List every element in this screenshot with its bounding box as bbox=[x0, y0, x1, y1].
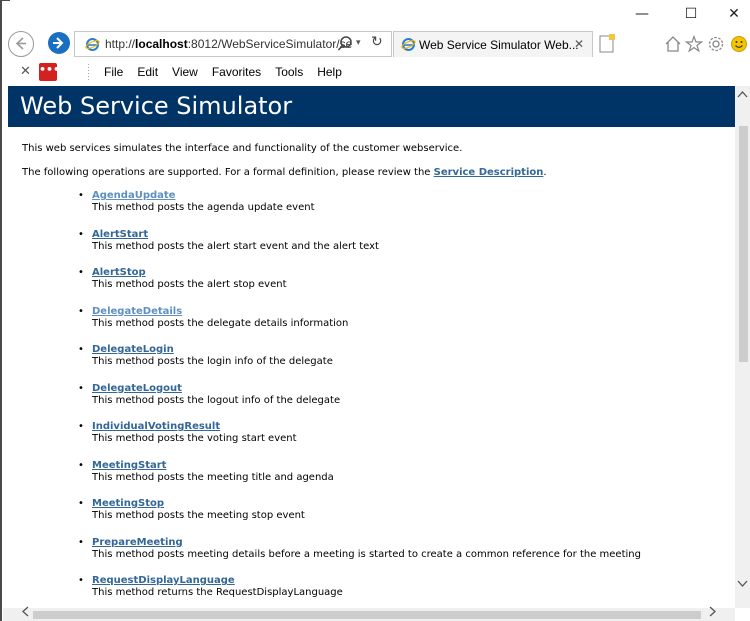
operation-description: This method posts the alert start event … bbox=[92, 240, 379, 252]
page-title: Web Service Simulator bbox=[20, 92, 293, 120]
intro-text: This web services simulates the interfac… bbox=[22, 143, 463, 154]
operations-intro: The following operations are supported. … bbox=[22, 167, 547, 178]
operation-link[interactable]: AlertStart bbox=[92, 229, 148, 240]
vertical-scroll-thumb[interactable] bbox=[739, 126, 748, 362]
operation-link[interactable]: AlertStop bbox=[92, 267, 146, 278]
operation-link[interactable]: MeetingStart bbox=[92, 460, 166, 471]
forward-arrow-icon bbox=[53, 37, 64, 49]
back-arrow-icon bbox=[15, 37, 26, 50]
addon-icon[interactable]: ••• bbox=[39, 63, 60, 81]
toolbar-icons bbox=[664, 33, 750, 55]
horizontal-scrollbar[interactable] bbox=[3, 606, 735, 621]
smiley-feedback-icon[interactable] bbox=[730, 35, 748, 53]
bullet: • bbox=[78, 498, 84, 509]
bullet: • bbox=[78, 421, 84, 432]
menu-bar: ✕ ••• File Edit View Favorites Tools Hel… bbox=[0, 60, 750, 85]
url-host: localhost bbox=[135, 37, 188, 51]
search-icon[interactable] bbox=[337, 35, 353, 53]
back-button[interactable] bbox=[8, 31, 34, 57]
operation-link[interactable]: DelegateLogin bbox=[92, 344, 174, 355]
operation-description: This method posts the voting start event bbox=[92, 433, 297, 444]
scroll-up-icon[interactable] bbox=[737, 90, 748, 98]
url-prefix: http:// bbox=[105, 37, 136, 51]
bullet: • bbox=[78, 536, 84, 548]
operations-intro-end: . bbox=[543, 167, 547, 178]
menu-items: File Edit View Favorites Tools Help bbox=[104, 65, 356, 79]
operation-description: This method posts the login info of the … bbox=[92, 356, 333, 367]
menu-view[interactable]: View bbox=[172, 65, 198, 79]
operation-description: This method posts the logout info of the… bbox=[92, 394, 341, 406]
menu-file[interactable]: File bbox=[104, 65, 123, 79]
horizontal-scroll-thumb[interactable] bbox=[33, 611, 701, 619]
menu-favorites[interactable]: Favorites bbox=[212, 65, 261, 79]
bullet: • bbox=[78, 228, 84, 240]
menu-separator bbox=[88, 64, 89, 81]
bullet: • bbox=[78, 190, 84, 201]
forward-button[interactable] bbox=[48, 32, 70, 54]
tab-label: Web Service Simulator Web... bbox=[419, 38, 579, 52]
scroll-right-icon[interactable] bbox=[709, 606, 717, 617]
operation-description: This method posts the meeting title and … bbox=[92, 471, 334, 483]
operations-intro-text: The following operations are supported. … bbox=[22, 167, 434, 178]
menu-tools[interactable]: Tools bbox=[275, 65, 303, 79]
bullet: • bbox=[78, 459, 84, 471]
ie-page-icon bbox=[85, 38, 100, 51]
favorites-star-icon[interactable] bbox=[685, 35, 703, 53]
title-bar: — ☐ ✕ bbox=[0, 0, 750, 28]
page-viewport: Web Service Simulator This web services … bbox=[3, 86, 735, 608]
scroll-down-icon[interactable] bbox=[737, 580, 748, 588]
operation-description: This method posts the delegate details i… bbox=[92, 317, 349, 329]
operation-link[interactable]: AgendaUpdate bbox=[92, 190, 175, 201]
url-path: :8012/WebServiceSimulator/se bbox=[187, 37, 353, 51]
refresh-icon[interactable]: ↻ bbox=[371, 34, 383, 50]
operation-link[interactable]: RequestDisplayLanguage bbox=[92, 575, 235, 586]
menu-edit[interactable]: Edit bbox=[137, 65, 158, 79]
operation-link[interactable]: PrepareMeeting bbox=[92, 537, 183, 548]
service-description-link[interactable]: Service Description bbox=[434, 167, 544, 178]
operation-link[interactable]: IndividualVotingResult bbox=[92, 421, 220, 432]
operation-link[interactable]: MeetingStop bbox=[92, 498, 164, 509]
minimize-button[interactable]: — bbox=[627, 4, 657, 24]
scroll-left-icon[interactable] bbox=[21, 606, 29, 617]
address-bar[interactable]: http://localhost:8012/WebServiceSimulato… bbox=[74, 31, 392, 57]
close-window-button[interactable]: ✕ bbox=[719, 4, 749, 24]
ie-tab-icon bbox=[401, 38, 416, 51]
operation-description: This method posts the agenda update even… bbox=[92, 202, 315, 213]
operation-description: This method posts meeting details before… bbox=[92, 548, 641, 560]
bullet: • bbox=[78, 575, 84, 586]
operation-link[interactable]: DelegateLogout bbox=[92, 383, 182, 394]
tab-close-icon[interactable]: ✕ bbox=[574, 37, 584, 51]
window-left-border bbox=[0, 0, 2, 621]
operation-description: This method posts the meeting stop event bbox=[92, 510, 305, 521]
address-dropdown-icon[interactable]: ▾ bbox=[356, 38, 361, 48]
vertical-scrollbar[interactable] bbox=[735, 86, 750, 608]
bullet: • bbox=[78, 267, 84, 278]
home-icon[interactable] bbox=[664, 35, 682, 53]
menu-help[interactable]: Help bbox=[317, 65, 342, 79]
operation-description: This method posts the alert stop event bbox=[92, 279, 287, 290]
bullet: • bbox=[78, 344, 84, 355]
operation-description: This method returns the RequestDisplayLa… bbox=[92, 587, 343, 598]
bullet: • bbox=[78, 382, 84, 394]
bullet: • bbox=[78, 305, 84, 317]
navigation-bar: http://localhost:8012/WebServiceSimulato… bbox=[0, 30, 750, 58]
tab-web-service-simulator[interactable]: Web Service Simulator Web... ✕ bbox=[393, 31, 593, 57]
url-text[interactable]: http://localhost:8012/WebServiceSimulato… bbox=[105, 37, 352, 51]
settings-gear-icon[interactable] bbox=[707, 35, 725, 53]
maximize-button[interactable]: ☐ bbox=[676, 4, 706, 24]
operation-link[interactable]: DelegateDetails bbox=[92, 306, 182, 317]
stop-icon[interactable]: ✕ bbox=[20, 64, 31, 79]
new-tab-icon[interactable] bbox=[596, 33, 618, 55]
page-banner: Web Service Simulator bbox=[8, 86, 735, 127]
